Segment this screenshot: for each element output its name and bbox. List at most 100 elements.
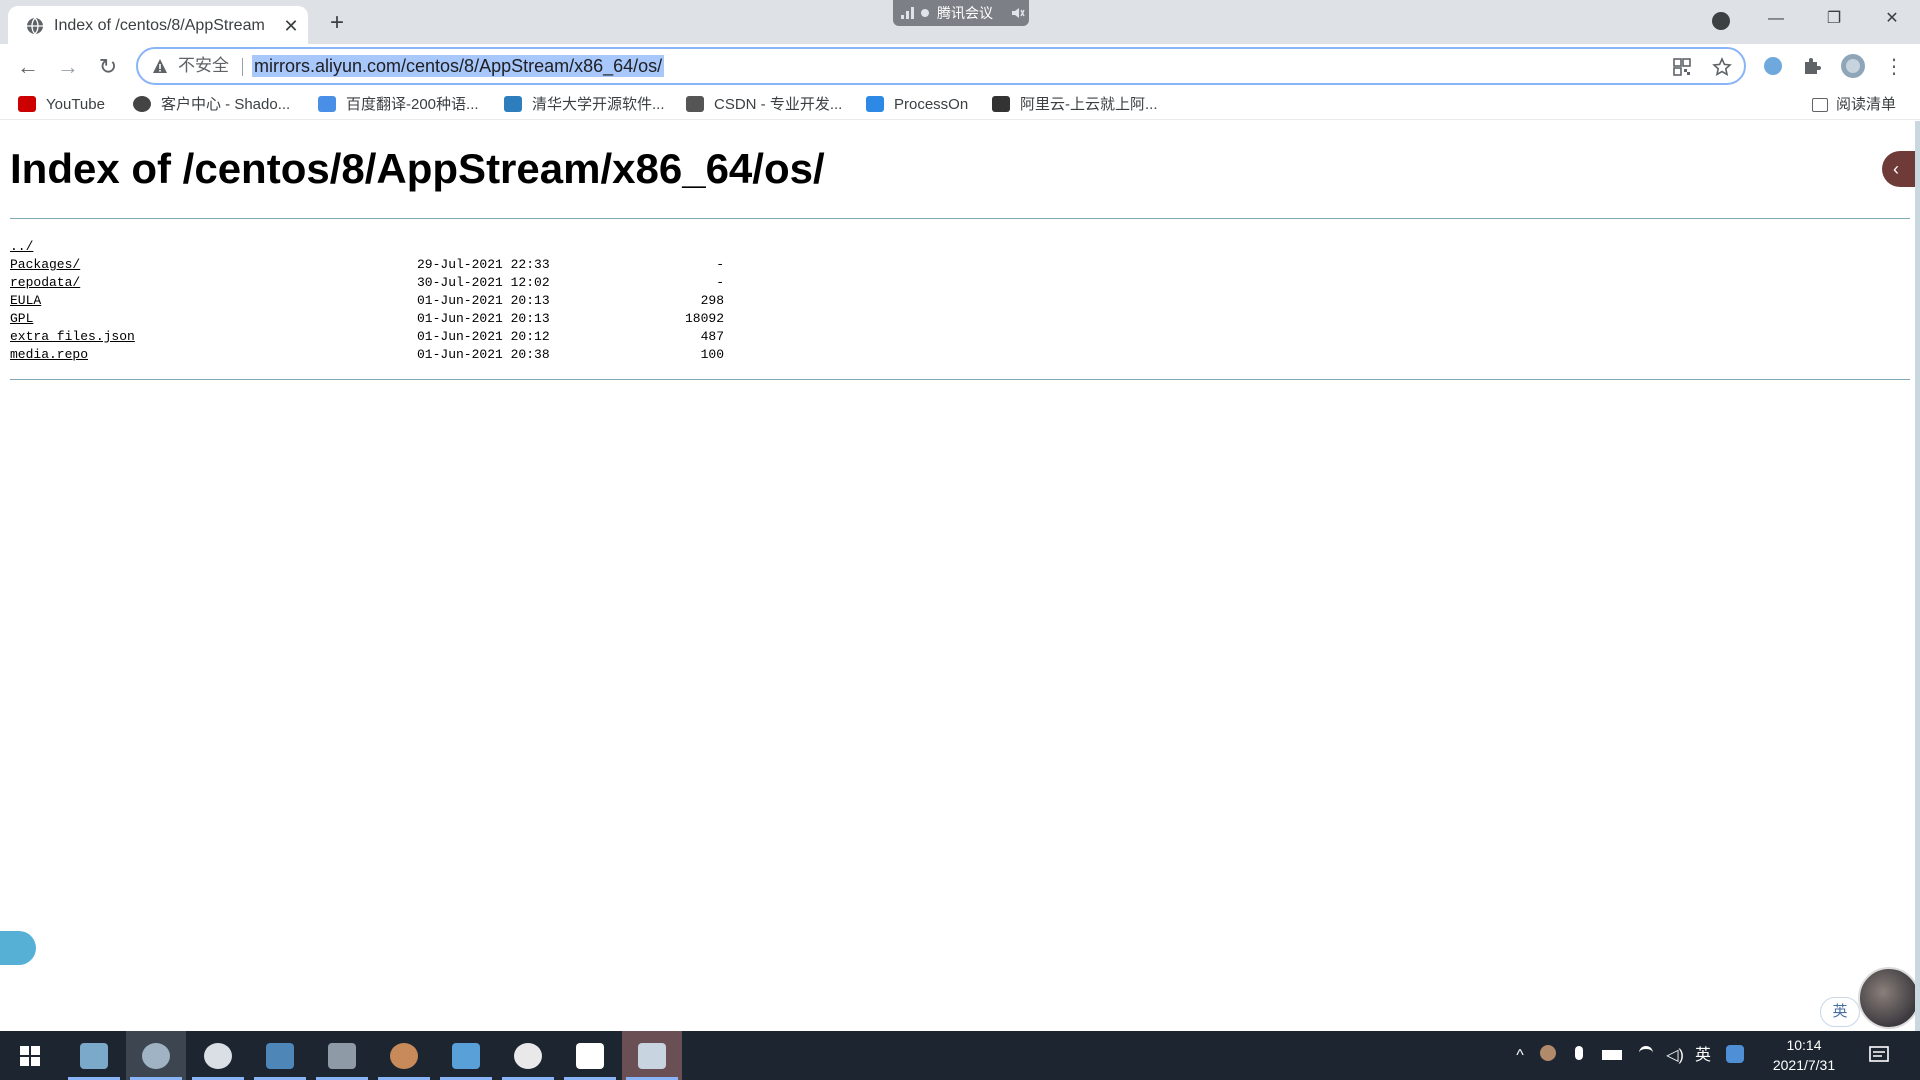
- reading-list-button[interactable]: 阅读清单: [1812, 95, 1896, 115]
- notification-icon[interactable]: [1868, 1045, 1890, 1065]
- qr-icon[interactable]: [1672, 57, 1692, 77]
- entry-date: 29-Jul-2021 22:33: [417, 257, 550, 272]
- entry-link[interactable]: extra_files.json: [10, 328, 135, 346]
- storage-icon: [328, 1043, 356, 1069]
- divider-bottom: [10, 379, 1910, 380]
- scrollbar[interactable]: [1915, 121, 1920, 1031]
- security-label[interactable]: 不安全: [178, 56, 229, 76]
- bookmark-processon[interactable]: ProcessOn: [866, 95, 968, 115]
- clock-date: 2021/7/31: [1772, 1057, 1836, 1073]
- taskbar-app-storage[interactable]: [312, 1031, 372, 1080]
- entry-date: 01-Jun-2021 20:13: [417, 311, 550, 326]
- list-item: repodata/ 30-Jul-2021 12:02 -: [10, 274, 730, 292]
- entry-date: 30-Jul-2021 12:02: [417, 275, 550, 290]
- reload-button[interactable]: ↻: [94, 53, 122, 81]
- floating-menu-icon[interactable]: [0, 931, 36, 965]
- taskbar-app-snail[interactable]: [374, 1031, 434, 1080]
- entry-link[interactable]: EULA: [10, 292, 41, 310]
- new-tab-button[interactable]: +: [322, 9, 352, 39]
- entry-size: -: [716, 257, 724, 272]
- tray-overflow-icon[interactable]: ^: [1510, 1045, 1530, 1067]
- system-clock[interactable]: 10:14 2021/7/31: [1752, 1035, 1856, 1075]
- browser-toolbar: ← → ↻ 不安全 mirrors.aliyun.com/centos/8/Ap…: [0, 44, 1920, 88]
- volume-icon[interactable]: ◁): [1664, 1045, 1686, 1067]
- bookmark-label: 客户中心 - Shado...: [161, 96, 291, 113]
- taskbar-app-photos[interactable]: [436, 1031, 496, 1080]
- back-button[interactable]: ←: [14, 53, 42, 81]
- taskbar-app-chrome[interactable]: [126, 1031, 186, 1080]
- extension-icon[interactable]: [1762, 55, 1784, 77]
- bookmark-label: 百度翻译-200种语...: [346, 96, 479, 113]
- page-title: Index of /centos/8/AppStream/x86_64/os/: [10, 145, 825, 192]
- snail-icon: [390, 1043, 418, 1069]
- csdn-icon: [686, 96, 704, 112]
- floating-avatar[interactable]: [1858, 967, 1920, 1029]
- wechat-icon: [204, 1043, 232, 1069]
- bookmark-shadow[interactable]: 客户中心 - Shado...: [133, 95, 290, 115]
- input-language[interactable]: 英: [1692, 1045, 1714, 1067]
- meeting-indicator[interactable]: 腾讯会议: [893, 0, 1029, 26]
- entry-link[interactable]: Packages/: [10, 256, 80, 274]
- image-app-icon: [80, 1043, 108, 1069]
- processon-icon: [866, 96, 884, 112]
- minimize-button[interactable]: —: [1756, 6, 1796, 32]
- browser-tab[interactable]: Index of /centos/8/AppStream ✕: [8, 6, 308, 44]
- bookmark-label: CSDN - 专业开发...: [714, 96, 843, 113]
- list-item: Packages/ 29-Jul-2021 22:33 -: [10, 256, 730, 274]
- close-window-button[interactable]: ✕: [1872, 6, 1912, 32]
- list-item: EULA 01-Jun-2021 20:13 298: [10, 292, 730, 310]
- bookmark-csdn[interactable]: CSDN - 专业开发...: [686, 95, 842, 115]
- taskbar-app-vm[interactable]: [250, 1031, 310, 1080]
- entry-size: 298: [700, 293, 724, 308]
- bookmark-label: 阿里云-上云就上阿...: [1020, 96, 1158, 113]
- microphone-icon[interactable]: [1570, 1045, 1588, 1067]
- entry-date: 01-Jun-2021 20:13: [417, 293, 550, 308]
- entry-link[interactable]: GPL: [10, 310, 33, 328]
- taskbar-app-remote[interactable]: [622, 1031, 682, 1080]
- meeting-label: 腾讯会议: [937, 5, 993, 21]
- entry-link[interactable]: ../: [10, 238, 33, 256]
- entry-date: 01-Jun-2021 20:38: [417, 347, 550, 362]
- vm-icon: [266, 1043, 294, 1069]
- taskbar-app-music[interactable]: [498, 1031, 558, 1080]
- entry-link[interactable]: media.repo: [10, 346, 88, 364]
- bookmark-tsinghua[interactable]: 清华大学开源软件...: [504, 95, 665, 115]
- shadow-icon: [133, 96, 151, 112]
- chrome-icon: [142, 1043, 170, 1069]
- entry-size: 18092: [684, 311, 724, 326]
- media-control-icon[interactable]: [1712, 12, 1730, 30]
- speaker-icon: [1012, 8, 1025, 18]
- photos-icon: [452, 1043, 480, 1069]
- maximize-button[interactable]: ❐: [1814, 6, 1854, 32]
- battery-icon[interactable]: [1600, 1045, 1624, 1067]
- netease-music-icon: [514, 1043, 542, 1069]
- signal-icon: [901, 7, 914, 19]
- taskbar-app-wechat[interactable]: [188, 1031, 248, 1080]
- ime-tray-icon[interactable]: [1724, 1045, 1746, 1067]
- browser-menu-button[interactable]: ⋮: [1884, 53, 1904, 81]
- tray-app-icon[interactable]: [1538, 1045, 1558, 1067]
- forward-button[interactable]: →: [54, 53, 82, 81]
- star-icon[interactable]: [1712, 57, 1732, 77]
- bookmarks-bar: YouTube 客户中心 - Shado... 百度翻译-200种语... 清华…: [0, 88, 1920, 120]
- entry-size: 100: [700, 347, 724, 362]
- profile-icon[interactable]: [1840, 53, 1866, 79]
- entry-link[interactable]: repodata/: [10, 274, 80, 292]
- puzzle-icon[interactable]: [1801, 55, 1823, 77]
- entry-size: 487: [700, 329, 724, 344]
- tab-close-icon[interactable]: ✕: [280, 15, 302, 37]
- taskbar-app-typora[interactable]: [560, 1031, 620, 1080]
- bookmark-youtube[interactable]: YouTube: [18, 95, 105, 115]
- network-icon[interactable]: [1636, 1045, 1656, 1067]
- globe-icon: [27, 17, 43, 35]
- clock-time: 10:14: [1786, 1037, 1822, 1053]
- start-button[interactable]: [0, 1031, 60, 1080]
- url-text[interactable]: mirrors.aliyun.com/centos/8/AppStream/x8…: [252, 55, 665, 77]
- bookmark-aliyun[interactable]: 阿里云-上云就上阿...: [992, 95, 1158, 115]
- ime-language-badge[interactable]: 英: [1820, 997, 1860, 1027]
- taskbar-app-image[interactable]: [64, 1031, 124, 1080]
- page-content: Index of /centos/8/AppStream/x86_64/os/ …: [0, 121, 1920, 1031]
- address-bar[interactable]: 不安全 mirrors.aliyun.com/centos/8/AppStrea…: [136, 47, 1746, 85]
- title-bar: Index of /centos/8/AppStream ✕ + 腾讯会议 — …: [0, 0, 1920, 44]
- bookmark-baidu-translate[interactable]: 百度翻译-200种语...: [318, 95, 479, 115]
